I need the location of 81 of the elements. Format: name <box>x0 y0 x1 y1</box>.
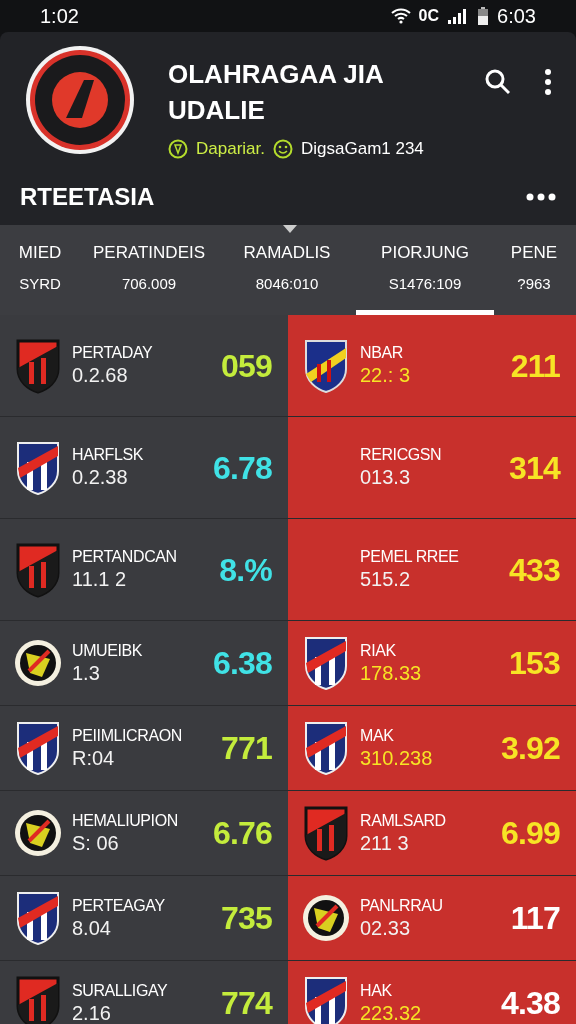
team-stat: 11.1 2 <box>72 567 128 592</box>
team-score: 6.38 <box>212 644 272 683</box>
team-score: 6.99 <box>500 814 560 853</box>
team-stat: 310.238 <box>360 745 434 771</box>
team-stat: 2.16 <box>72 1000 112 1024</box>
team-score: 8.% <box>219 550 272 590</box>
team-score: 3.92 <box>500 729 560 768</box>
battery-icon <box>477 7 490 25</box>
team-stat: 1.3 <box>72 660 101 686</box>
club-logo-icon <box>24 44 136 156</box>
team-stat: 223.32 <box>360 1000 423 1024</box>
team-name: PERTADAY <box>72 343 154 363</box>
team-score: 774 <box>221 984 272 1023</box>
team-stat: S: 06 <box>72 830 120 856</box>
section-more-button[interactable] <box>526 193 556 201</box>
team-stat: 178.33 <box>360 660 423 686</box>
team-name: RIAK <box>360 640 397 661</box>
team-stat: 02.33 <box>360 915 412 941</box>
team-crest-icon <box>303 720 349 776</box>
league-tag: Dapariar. <box>196 136 265 162</box>
team-crest-icon <box>15 890 61 946</box>
team-stat: 211 3 <box>360 830 410 856</box>
team-crest-icon <box>15 720 61 776</box>
team-name: PEIIMLICRAON <box>72 725 183 746</box>
section-title: RTEETASIA <box>20 182 155 212</box>
team-score: 6.78 <box>212 448 272 488</box>
team-crest-icon <box>15 337 61 394</box>
team-stat: 0.2.38 <box>72 465 129 490</box>
team-crest-icon <box>13 638 63 688</box>
team-name: HARFLSK <box>72 445 144 465</box>
team-name: RERICGSN <box>360 445 443 465</box>
team-crest-icon <box>301 893 351 943</box>
team-crest-icon <box>303 805 349 861</box>
team-score: 153 <box>509 644 560 683</box>
stat-tab[interactable]: PERATINDEIS 706.009 <box>80 225 218 315</box>
stat-tab[interactable]: RAMADLIS 8046:010 <box>218 225 356 315</box>
smiley-icon <box>273 138 293 159</box>
team-score: 6.76 <box>212 814 272 853</box>
network-label: 0C <box>418 6 440 26</box>
team-crest-icon <box>303 337 349 394</box>
team-name: UMUEIBK <box>72 640 144 661</box>
team-name: NBAR <box>360 343 404 363</box>
team-stat: 515.2 <box>360 567 412 592</box>
team-score: 735 <box>221 899 272 938</box>
team-name: SURALLIGAY <box>72 980 169 1001</box>
team-name: RAMLSARD <box>360 810 447 831</box>
team-name: HEMALIUPION <box>72 810 179 831</box>
team-stat: 22.: 3 <box>360 363 412 388</box>
team-score: 771 <box>221 729 272 768</box>
team-name: PERTANDCAN <box>72 547 178 567</box>
team-score: 117 <box>510 899 560 938</box>
team-crest-icon <box>303 635 349 691</box>
shield-icon <box>168 138 188 159</box>
team-stat: 0.2.68 <box>72 363 129 388</box>
team-name: PERTEAGAY <box>72 895 166 916</box>
team-crest-icon <box>15 975 61 1024</box>
team-crest-icon <box>13 808 63 858</box>
team-score: 314 <box>509 448 560 488</box>
search-button[interactable] <box>484 68 512 96</box>
team-score: 4.38 <box>500 984 560 1023</box>
team-name: PEMEL RREE <box>360 547 460 567</box>
team-stat: R:04 <box>72 745 116 771</box>
team-name: HAK <box>360 980 393 1001</box>
status-clock: 6:03 <box>497 4 536 29</box>
stat-tab[interactable]: MIED SYRD <box>0 225 80 315</box>
team-crest-icon <box>15 439 61 496</box>
club-title: OLAHRAGAA JIA UDALIE <box>168 58 384 127</box>
status-time: 1:02 <box>40 4 79 29</box>
wifi-icon <box>390 8 411 24</box>
more-menu-button[interactable] <box>544 68 552 96</box>
stat-tab[interactable]: PENE ?963 <box>494 225 574 315</box>
team-stat: 013.3 <box>360 465 412 490</box>
team-name: MAK <box>360 725 395 746</box>
team-name: PANLRRAU <box>360 895 444 916</box>
team-crest-icon <box>303 975 349 1024</box>
team-crest-icon <box>15 541 61 598</box>
game-tag: DigsaGam1 234 <box>301 136 424 162</box>
team-score: 433 <box>509 550 560 590</box>
team-score: 211 <box>510 346 560 386</box>
team-stat: 8.04 <box>72 915 112 941</box>
team-score: 059 <box>221 346 272 386</box>
